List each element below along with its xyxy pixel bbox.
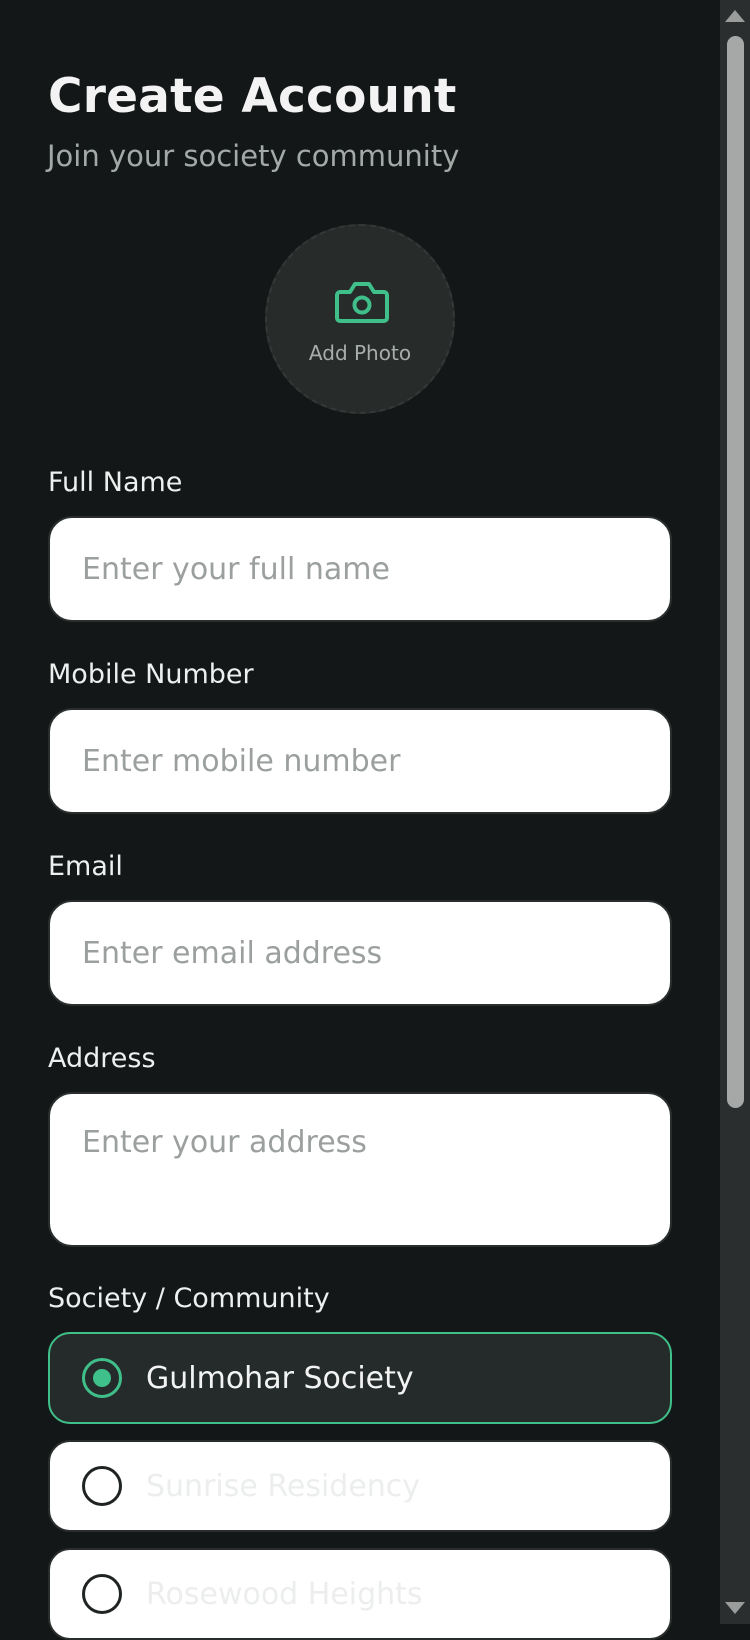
radio-selected-icon — [82, 1358, 122, 1398]
radio-unselected-icon — [82, 1466, 122, 1506]
scroll-up-arrow-icon[interactable] — [725, 10, 745, 22]
scroll-down-arrow-icon[interactable] — [725, 1602, 745, 1614]
mobile-number-label: Mobile Number — [48, 659, 254, 690]
page-title: Create Account — [48, 69, 457, 124]
society-option-label: Gulmohar Society — [146, 1361, 414, 1396]
society-option-label: Sunrise Residency — [146, 1469, 421, 1504]
page-subtitle: Join your society community — [47, 139, 460, 173]
society-option-sunrise[interactable]: Sunrise Residency — [48, 1440, 672, 1532]
full-name-input[interactable] — [48, 516, 672, 622]
email-input[interactable] — [48, 900, 672, 1006]
society-option-gulmohar[interactable]: Gulmohar Society — [48, 1332, 672, 1424]
address-label: Address — [48, 1043, 156, 1074]
address-textarea[interactable] — [48, 1092, 672, 1247]
society-option-rosewood[interactable]: Rosewood Heights — [48, 1548, 672, 1640]
radio-unselected-icon — [82, 1574, 122, 1614]
add-photo-button[interactable]: Add Photo — [265, 224, 455, 414]
society-label: Society / Community — [48, 1283, 330, 1314]
mobile-number-input[interactable] — [48, 708, 672, 814]
scrollbar-thumb[interactable] — [727, 36, 744, 1108]
create-account-page: Create Account Join your society communi… — [0, 0, 720, 1640]
vertical-scrollbar[interactable] — [720, 0, 750, 1624]
email-label: Email — [48, 851, 123, 882]
add-photo-label: Add Photo — [308, 341, 412, 365]
full-name-label: Full Name — [48, 467, 183, 498]
society-option-label: Rosewood Heights — [146, 1577, 423, 1612]
camera-icon — [335, 282, 389, 323]
